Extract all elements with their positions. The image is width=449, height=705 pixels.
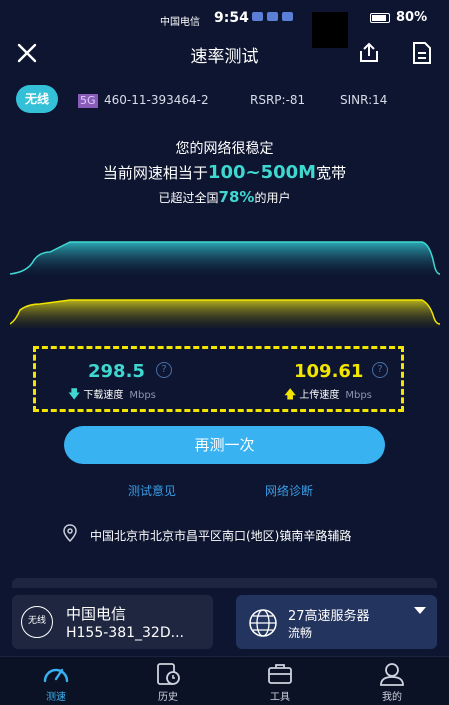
download-help-icon[interactable]: ? [156,362,172,378]
download-speed-value: 298.5 [88,361,145,382]
status-bar: 中国电信 9:54 80% [0,0,449,48]
server-name: 27高速服务器 [288,609,370,624]
carrier-card[interactable]: 无线 中国电信 H155-381_32D... [12,595,213,649]
tab-speed-test[interactable]: 测速 [0,657,112,705]
toolbox-icon [268,664,292,684]
download-arrow-icon: 🡇 [68,387,81,401]
upload-label: 上传速度 [299,390,340,401]
bandwidth-range: 100~500M [207,162,317,183]
upload-help-icon[interactable]: ? [372,362,388,378]
tab-label: 工具 [270,692,290,703]
top-bar: 速率测试 [0,36,449,72]
download-wave [10,242,440,278]
location-address: 中国北京市北京市昌平区南口(地区)镇南辛路辅路 [90,529,352,543]
tab-label: 我的 [382,692,402,703]
upload-unit: Mbps [345,390,372,401]
battery-icon [370,13,390,23]
server-selector[interactable]: 27高速服务器 流畅 [236,595,437,649]
page-title: 速率测试 [190,47,259,67]
upload-label-row: 🡅 上传速度 Mbps [284,385,372,406]
battery-percent: 80% [396,10,428,25]
ranking-suffix: 的用户 [254,191,291,205]
chevron-down-icon [414,607,426,614]
result-summary: 您的网络很稳定 当前网速相当于100~500M宽带 已超过全国78%的用户 [0,138,449,206]
feedback-link[interactable]: 测试意见 [128,482,176,499]
tab-label: 测速 [46,692,66,703]
sinr-value: SINR:14 [340,93,388,107]
device-model: H155-381_32D... [66,625,184,641]
status-time: 9:54 [214,10,249,26]
tab-history[interactable]: 历史 [112,657,224,705]
status-carrier: 中国电信 [160,17,200,28]
diagnose-link[interactable]: 网络诊断 [265,482,313,499]
speedometer-icon [43,668,69,683]
speed-results: 298.5 ? 🡇 下载速度 Mbps 109.61 ? 🡅 上传速度 Mbps [33,346,404,412]
server-status: 流畅 [288,626,313,640]
bandwidth-suffix: 宽带 [316,164,347,182]
tab-profile[interactable]: 我的 [336,657,448,705]
network-info: 无线 5G 460-11-393464-2 RSRP:-81 SINR:14 [16,85,436,114]
carrier-name: 中国电信 [66,605,127,623]
download-unit: Mbps [129,390,156,401]
ranking-prefix: 已超过全国 [158,191,219,205]
location-pin-icon [63,524,77,542]
notification-icons [252,12,293,21]
upload-wave [10,300,440,328]
globe-icon [249,609,277,637]
cell-id: 460-11-393464-2 [104,93,209,107]
download-label-row: 🡇 下载速度 Mbps [68,385,156,406]
upload-arrow-icon: 🡅 [284,387,297,401]
share-icon[interactable] [357,41,381,65]
bandwidth-prefix: 当前网速相当于 [102,164,208,182]
connection-type-badge: 无线 [16,85,58,113]
upload-speed-value: 109.61 [294,361,364,382]
wifi-badge-icon: 无线 [21,606,53,638]
rsrp-value: RSRP:-81 [250,93,306,107]
history-icon [157,663,180,685]
retest-button[interactable]: 再测一次 [64,426,385,464]
speed-waveform [10,241,440,328]
ranking-text: 已超过全国78%的用户 [0,188,449,206]
stability-text: 您的网络很稳定 [175,141,274,157]
card-divider [12,578,437,588]
bandwidth-equivalent: 当前网速相当于100~500M宽带 [0,162,449,186]
download-label: 下载速度 [83,390,124,401]
tab-tools[interactable]: 工具 [224,657,336,705]
tab-label: 历史 [158,692,178,703]
network-gen-badge: 5G [78,94,98,108]
bottom-tab-bar: 测速 历史 工具 我的 [0,656,449,705]
location-row: 中国北京市北京市昌平区南口(地区)镇南辛路辅路 [62,524,422,544]
profile-icon [380,663,404,686]
report-icon[interactable] [411,41,433,65]
ranking-percent: 78% [218,188,255,206]
